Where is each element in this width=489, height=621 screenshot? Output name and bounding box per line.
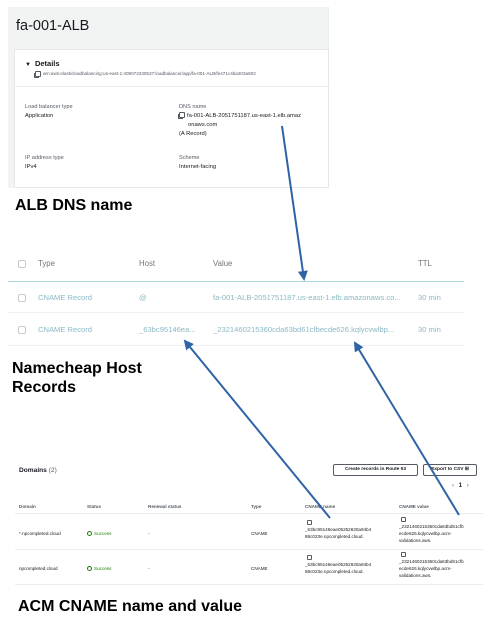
col-renewal-status: Renewal status [148,504,182,509]
domains-table-header: Domain Status Renewal status Type CNAME … [15,500,483,514]
col-host: Host [139,259,156,268]
heading-namecheap-line1: Namecheap Host [12,360,142,377]
copy-icon[interactable] [401,517,406,522]
pagination: ‹ 1 › [452,483,469,489]
ip-type-label: IP address type [25,155,64,161]
col-cname-value: CNAME value [399,504,429,509]
record-value[interactable]: fa-001-ALB-2051751187.us-east-1.elb.amaz… [213,293,408,302]
divider [15,86,330,87]
cname-name-line2: 88c023e.npcompleted.cloud. [305,569,364,574]
dns-name-value: fa-001-ALB-2051751187.us-east-1.elb.amaz… [178,112,301,139]
copy-icon[interactable] [307,520,312,525]
export-csv-label: Export to CSV [431,467,464,472]
row-checkbox[interactable] [18,294,26,302]
record-ttl[interactable]: 30 min [418,325,441,334]
record-host[interactable]: @ [139,293,147,302]
renewal-cell: - [148,531,150,536]
type-cell: CNAME [251,566,268,571]
record-type: CNAME Record [38,293,93,302]
details-header: Details [34,59,60,68]
dns-record-type: (A Record) [179,131,207,137]
table-header: Type Host Value TTL [8,248,464,281]
cname-value-line3: validations.aws. [399,538,432,543]
namecheap-records-table: Type Host Value TTL CNAME Record @ fa-00… [8,248,464,346]
cname-value-line2: ecde626.kqlycvwlbp.acm- [399,566,452,571]
cname-name-line1: _63bc95146eae05252630a94b4 [305,527,372,532]
export-csv-button[interactable]: Export to CSV ⊞ [423,464,477,476]
domains-count: (2) [48,467,57,474]
arn-value: arn:aws:elasticloadbalancing:us-east-1:4… [43,71,256,77]
col-domain: Domain [19,504,36,509]
status-text: Success [94,566,112,571]
domains-title-text: Domains [19,467,47,474]
scheme-value: Internet-facing [179,164,217,170]
external-link-icon: ⊞ [464,467,469,472]
record-type: CNAME Record [38,325,93,334]
record-ttl[interactable]: 30 min [418,293,441,302]
cname-value-cell: _2321460215360cda63bd61cfb ecde626.kqlycv… [399,558,464,579]
heading-acm: ACM CNAME name and value [18,598,243,615]
heading-namecheap-line2: Records [12,379,77,396]
table-row[interactable]: CNAME Record @ fa-001-ALB-2051751187.us-… [8,281,464,313]
ip-type-value: IPv4 [25,164,37,170]
domains-title: Domains (2) [19,467,57,474]
next-page-icon[interactable]: › [467,483,469,489]
col-type: Type [38,259,55,268]
col-status: Status [87,504,102,509]
success-icon [87,531,92,537]
copy-icon[interactable] [34,71,41,78]
lb-type-label: Load balancer type [25,104,73,110]
copy-icon[interactable] [178,112,185,120]
alb-details-panel: fa-001-ALB ▼ Details arn:aws:elasticloadb… [8,7,330,188]
col-ttl: TTL [418,259,432,268]
cname-name-line1: _63bc95146eae05252630a94b4 [305,562,372,567]
details-card: ▼ Details arn:aws:elasticloadbalancing:us… [14,49,330,188]
dns-name-label: DNS name [179,104,207,110]
scheme-label: Scheme [179,155,200,161]
prev-page-icon[interactable]: ‹ [452,483,454,489]
cname-value-line2: ecde626.kqlycvwlbp.acm- [399,531,452,536]
cname-name-line2: 88c023e.npcompleted.cloud. [305,534,364,539]
domain-cell[interactable]: *.npcompleted.cloud [19,530,61,537]
table-row: *.npcompleted.cloud Success - CNAME _63b… [15,515,483,550]
page-number[interactable]: 1 [459,483,462,489]
col-value: Value [213,259,233,268]
cname-value-line1: _2321460215360cda63bd61cfb [399,524,464,529]
success-icon [87,566,92,572]
col-cname-name: CNAME name [305,504,336,509]
cname-name-cell: _63bc95146eae05252630a94b4 88c023e.npcomp… [305,561,371,575]
cname-value-line1: _2321460215360cda63bd61cfb [399,559,464,564]
domain-cell[interactable]: npcompleted.cloud [19,565,58,572]
create-records-route53-button[interactable]: Create records in Route 53 [333,464,418,476]
cname-value-cell: _2321460215360cda63bd61cfb ecde626.kqlycv… [399,523,464,544]
copy-icon[interactable] [401,552,406,557]
dns-line-2: onaws.com [188,122,218,128]
heading-alb-dns: ALB DNS name [15,197,133,214]
row-checkbox[interactable] [18,326,26,334]
lb-type-value: Application [25,113,54,119]
cname-value-line3: validations.aws. [399,573,432,578]
renewal-cell: - [148,566,150,571]
heading-namecheap: Namecheap Host Records [12,359,142,397]
col-type: Type [251,504,262,509]
cname-name-cell: _63bc95146eae05252630a94b4 88c023e.npcomp… [305,526,371,540]
details-toggle[interactable]: ▼ Details [25,59,60,68]
status-badge: Success [87,530,111,537]
table-row: npcompleted.cloud Success - CNAME _63bc9… [15,550,483,585]
acm-domains-panel: Domains (2) Create records in Route 53 E… [15,458,483,585]
status-text: Success [94,531,112,536]
copy-icon[interactable] [307,555,312,560]
type-cell: CNAME [251,531,268,536]
select-all-checkbox[interactable] [18,260,26,268]
caret-down-icon: ▼ [25,62,31,68]
dns-line-1: fa-001-ALB-2051751187.us-east-1.elb.amaz [187,113,301,119]
arn-row: arn:aws:elasticloadbalancing:us-east-1:4… [34,71,256,78]
record-host[interactable]: _63bc95146ea... [139,325,209,334]
status-badge: Success [87,565,111,572]
table-row[interactable]: CNAME Record _63bc95146ea... _2321460215… [8,314,464,346]
alb-title: fa-001-ALB [16,18,90,34]
record-value[interactable]: _2321460215360cda63bd61cfbecde626.kqlycv… [213,325,408,334]
